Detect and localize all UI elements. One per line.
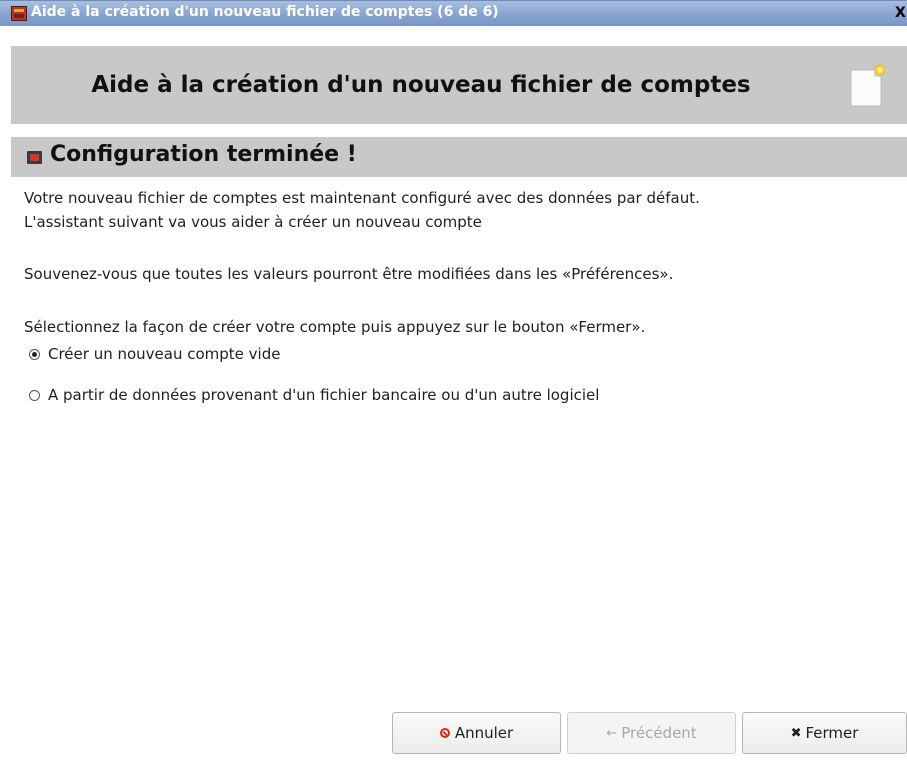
info-line-1: Votre nouveau fichier de comptes est mai… [24, 189, 700, 207]
info-line-4: Sélectionnez la façon de créer votre com… [24, 318, 646, 336]
option-label: A partir de données provenant d'un fichi… [48, 386, 600, 404]
option-label: Créer un nouveau compte vide [48, 345, 281, 363]
cancel-button-label: Annuler [454, 724, 514, 742]
info-line-3: Souvenez-vous que toutes les valeurs pou… [24, 265, 674, 283]
radio-button-checked[interactable] [29, 349, 40, 360]
wizard-header: Aide à la création d'un nouveau fichier … [11, 46, 907, 124]
cancel-button[interactable]: Annuler [392, 712, 561, 754]
cancel-icon [439, 728, 450, 738]
radio-button-unchecked[interactable] [29, 390, 40, 401]
new-document-icon [850, 64, 885, 107]
info-line-2: L'assistant suivant va vous aider à crée… [24, 213, 482, 231]
assistant-window: Aide à la création d'un nouveau fichier … [0, 0, 907, 761]
previous-button[interactable]: ← Précédent [567, 712, 736, 754]
window-title: Aide à la création d'un nouveau fichier … [31, 4, 499, 20]
previous-button-label: Précédent [621, 724, 697, 742]
section-title: Configuration terminée ! [50, 142, 357, 167]
arrow-left-icon: ← [606, 725, 618, 741]
close-button-label: Fermer [805, 724, 859, 742]
section-marker-icon [27, 151, 42, 164]
option-new-empty-account[interactable]: Créer un nouveau compte vide [29, 345, 349, 365]
close-button[interactable]: ✖ Fermer [742, 712, 907, 754]
title-bar[interactable]: Aide à la création d'un nouveau fichier … [0, 0, 907, 26]
wallet-icon [11, 6, 27, 21]
x-icon: ✖ [790, 725, 802, 741]
header-title: Aide à la création d'un nouveau fichier … [91, 72, 751, 98]
close-window-button[interactable]: X [895, 3, 907, 23]
option-import-account[interactable]: A partir de données provenant d'un fichi… [29, 386, 689, 406]
section-bar: Configuration terminée ! [11, 137, 907, 177]
